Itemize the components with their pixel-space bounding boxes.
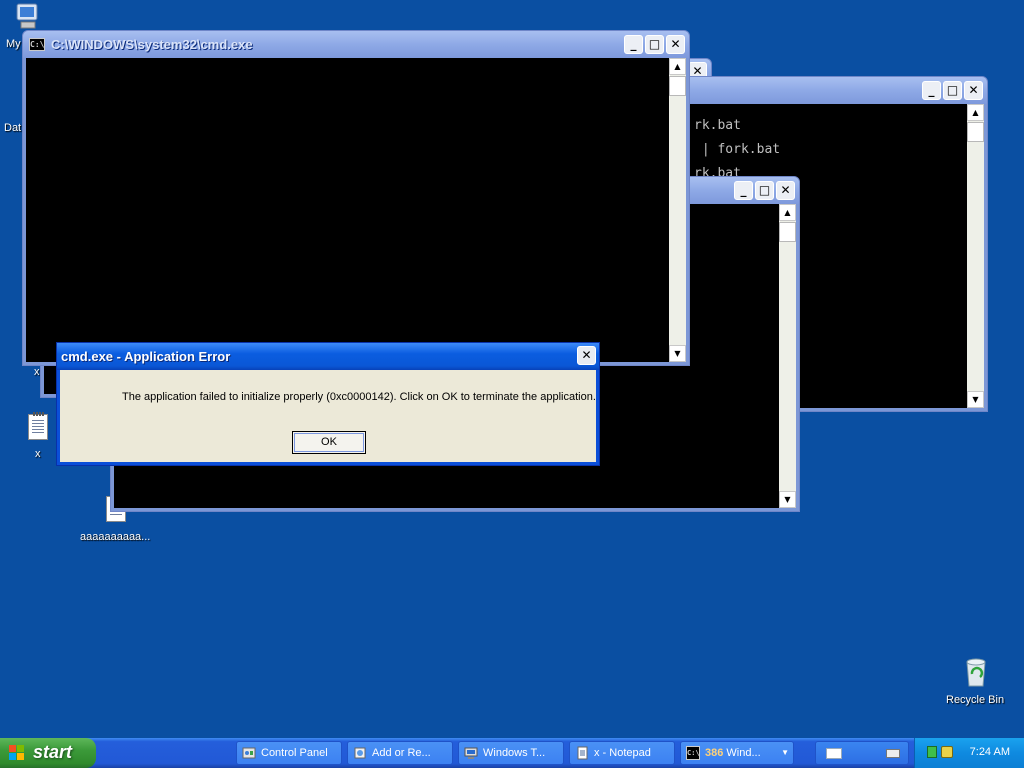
console-line-1: rk.bat (694, 118, 741, 133)
notepad-icon (577, 746, 588, 760)
minimize-button[interactable]: _ (624, 35, 643, 54)
scroll-up-arrow-icon[interactable]: ▲ (967, 104, 984, 121)
vertical-scrollbar[interactable]: ▲ ▼ (669, 58, 686, 362)
error-message: The application failed to initialize pro… (122, 391, 596, 403)
cmd-icon: C:\ (29, 38, 45, 51)
x-file-label: x (35, 448, 41, 460)
control-panel-icon (242, 747, 256, 759)
scroll-thumb[interactable] (779, 222, 796, 242)
dialog-close-button[interactable]: ✕ (577, 346, 596, 365)
recycle-bin-desktop-icon[interactable]: Recycle Bin (936, 656, 1016, 706)
recycle-bin-icon (966, 658, 986, 687)
window-title: C:\WINDOWS\system32\cmd.exe (51, 37, 253, 52)
window-group-count: 386 (705, 747, 724, 759)
vertical-scrollbar[interactable]: ▲ ▼ (967, 104, 984, 408)
chevron-down-icon: ▼ (781, 748, 789, 757)
add-remove-programs-icon (354, 747, 366, 759)
maximize-button[interactable]: □ (645, 35, 664, 54)
minimize-button[interactable]: _ (922, 81, 941, 100)
console-area: ▲ ▼ (26, 58, 686, 362)
taskbar-item-windows-task-manager[interactable]: Windows T... (458, 741, 564, 765)
task-manager-icon (464, 747, 478, 759)
desktop: My Dat x x aaaaaaaaaa... Recycle Bin ✕ _… (0, 0, 1024, 738)
console-line-2: | fork.bat (694, 142, 781, 157)
window-group-label: Wind... (726, 747, 761, 759)
close-button[interactable]: ✕ (666, 35, 685, 54)
scroll-up-arrow-icon[interactable]: ▲ (669, 58, 686, 75)
notepad-file-icon (28, 412, 48, 440)
close-button[interactable]: ✕ (964, 81, 983, 100)
taskbar-item-notepad[interactable]: x - Notepad (569, 741, 675, 765)
cmd-window-main-titlebar[interactable]: C:\ C:\WINDOWS\system32\cmd.exe _ □ ✕ (23, 31, 689, 58)
aaaa-file-label: aaaaaaaaaa... (80, 531, 151, 543)
taskbar-item-label: 386 Wind... (705, 742, 761, 764)
scroll-thumb[interactable] (967, 122, 984, 142)
cmd-icon: C:\ (686, 746, 700, 760)
taskbar-item-label: Add or Re... (372, 747, 431, 759)
dialog-titlebar[interactable]: cmd.exe - Application Error ✕ (57, 343, 599, 370)
maximize-button[interactable]: □ (755, 181, 774, 200)
taskbar-item-control-panel[interactable]: Control Panel (236, 741, 342, 765)
close-button[interactable]: ✕ (776, 181, 795, 200)
keyboard-icon (886, 749, 900, 758)
system-tray: 7:24 AM (914, 738, 1024, 768)
my-computer-label: My (6, 38, 21, 50)
taskbar-item-add-remove[interactable]: Add or Re... (347, 741, 453, 765)
cmd-window-main[interactable]: C:\ C:\WINDOWS\system32\cmd.exe _ □ ✕ ▲ … (22, 30, 690, 366)
taskbar-item-label: x - Notepad (594, 747, 651, 759)
cmd-window-right-titlebar[interactable]: _ □ ✕ (683, 77, 987, 104)
computer-icon (16, 3, 38, 29)
application-error-dialog[interactable]: cmd.exe - Application Error ✕ The applic… (56, 342, 600, 466)
taskbar: start Control Panel Add or Re... Windows… (0, 738, 1024, 768)
taskbar-button-show-desktop[interactable] (815, 741, 909, 765)
taskbar-item-label: Control Panel (261, 747, 328, 759)
data-label: Dat (4, 122, 22, 134)
scroll-thumb[interactable] (669, 76, 686, 96)
windows-logo-icon (9, 745, 25, 761)
minimize-button[interactable]: _ (734, 181, 753, 200)
window-icon (826, 748, 842, 759)
clock[interactable]: 7:24 AM (970, 746, 1010, 758)
dialog-body: The application failed to initialize pro… (60, 370, 596, 462)
taskbar-item-grouped-windows[interactable]: C:\ 386 Wind... ▼ (680, 741, 794, 765)
ok-button[interactable]: OK (292, 431, 366, 454)
x-label-top: x (34, 366, 40, 378)
maximize-button[interactable]: □ (943, 81, 962, 100)
recycle-bin-label: Recycle Bin (946, 694, 1005, 706)
scroll-down-arrow-icon[interactable]: ▼ (779, 491, 796, 508)
dialog-title: cmd.exe - Application Error (61, 349, 231, 364)
network-icon[interactable] (927, 746, 937, 758)
start-label: start (33, 742, 73, 762)
scroll-down-arrow-icon[interactable]: ▼ (669, 345, 686, 362)
security-shield-icon[interactable] (941, 746, 953, 758)
start-button[interactable]: start (0, 738, 96, 768)
vertical-scrollbar[interactable]: ▲ ▼ (779, 204, 796, 508)
taskbar-item-label: Windows T... (483, 747, 546, 759)
scroll-down-arrow-icon[interactable]: ▼ (967, 391, 984, 408)
scroll-up-arrow-icon[interactable]: ▲ (779, 204, 796, 221)
